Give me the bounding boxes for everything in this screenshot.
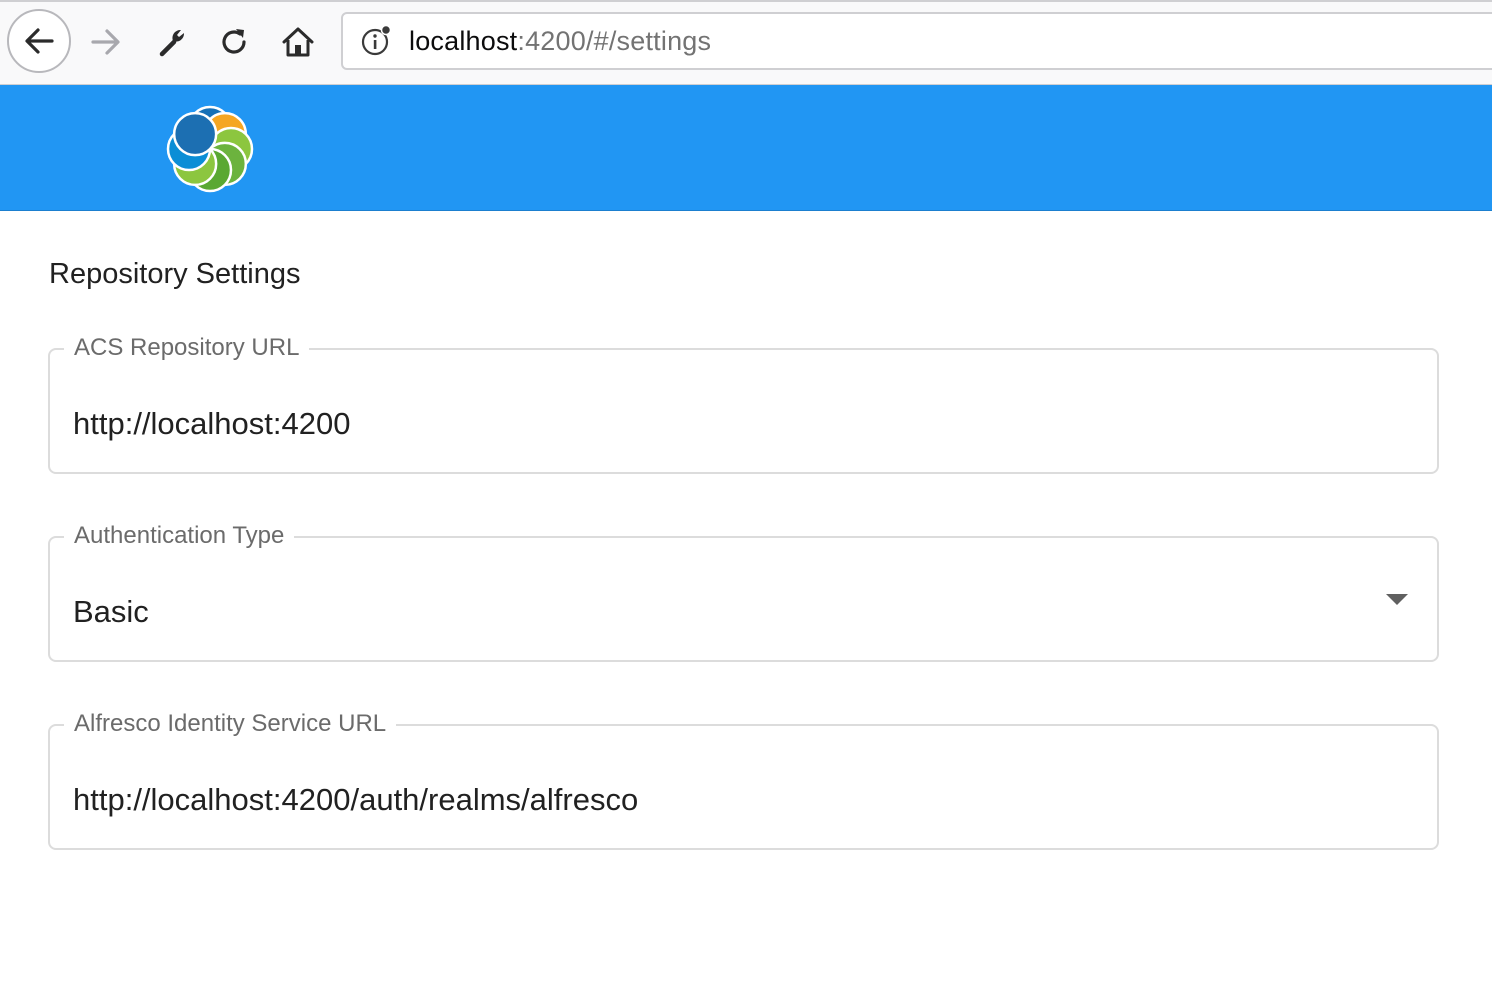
- url-host: localhost: [409, 25, 518, 56]
- reload-button[interactable]: [212, 20, 256, 64]
- acs-repository-url-input[interactable]: http://localhost:4200: [73, 404, 1373, 444]
- page-title: Repository Settings: [49, 258, 301, 290]
- identity-service-url-field[interactable]: Alfresco Identity Service URL http://loc…: [48, 704, 1439, 850]
- identity-service-url-label: Alfresco Identity Service URL: [64, 704, 397, 744]
- wrench-icon: [159, 29, 185, 57]
- dropdown-arrow-icon[interactable]: [1386, 594, 1408, 605]
- site-info-button[interactable]: [357, 21, 397, 61]
- home-button[interactable]: [276, 20, 320, 64]
- developer-tools-button[interactable]: [150, 20, 194, 64]
- authentication-type-select[interactable]: Authentication Type Basic: [48, 516, 1439, 662]
- home-icon: [282, 27, 314, 57]
- forward-arrow-icon: [91, 29, 120, 55]
- address-bar[interactable]: localhost:4200/#/settings: [341, 12, 1492, 70]
- url-text: localhost:4200/#/settings: [409, 26, 711, 57]
- forward-button[interactable]: [84, 20, 128, 64]
- back-arrow-icon: [25, 28, 54, 54]
- acs-repository-url-field[interactable]: ACS Repository URL http://localhost:4200: [48, 328, 1439, 474]
- url-path: :4200/#/settings: [517, 25, 712, 56]
- browser-toolbar: localhost:4200/#/settings: [0, 0, 1492, 85]
- acs-repository-url-label: ACS Repository URL: [64, 328, 310, 368]
- alfresco-logo[interactable]: [158, 97, 262, 201]
- reload-icon: [222, 29, 246, 54]
- authentication-type-label: Authentication Type: [64, 516, 295, 556]
- back-button[interactable]: [7, 9, 71, 73]
- toolbar-top-edge: [0, 0, 1492, 2]
- info-icon: [361, 24, 392, 56]
- app-header: [0, 85, 1492, 211]
- authentication-type-value[interactable]: Basic: [73, 592, 1373, 632]
- identity-service-url-input[interactable]: http://localhost:4200/auth/realms/alfres…: [73, 780, 1373, 820]
